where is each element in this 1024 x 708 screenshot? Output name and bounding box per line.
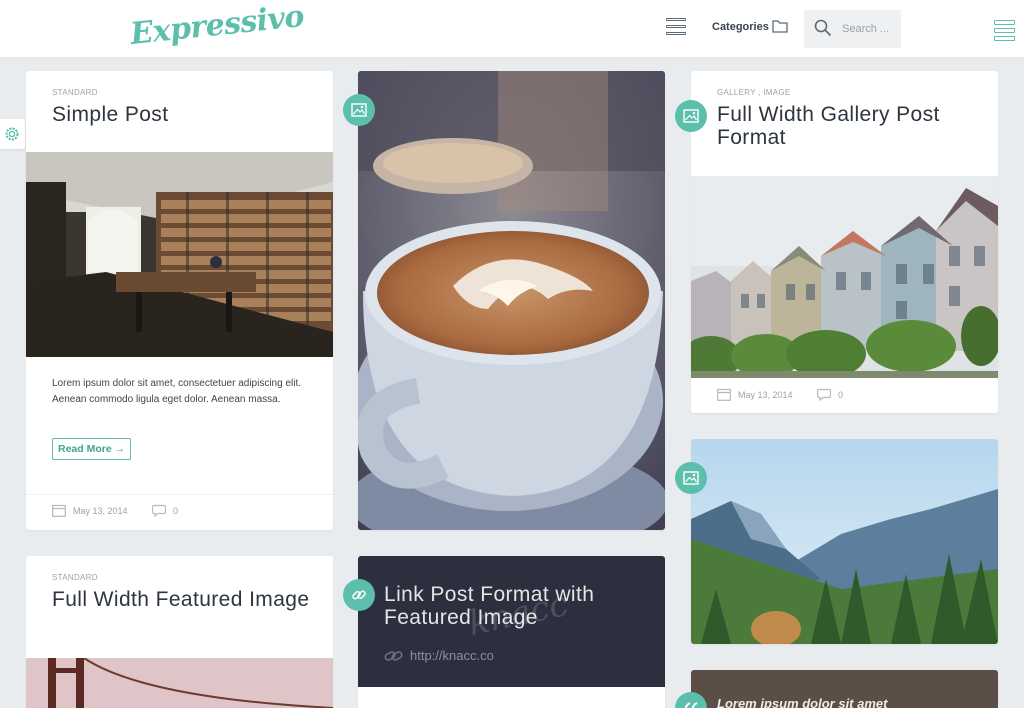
read-more-button[interactable]: Read More → (52, 438, 132, 460)
sidebar-toggle-icon[interactable] (994, 20, 1015, 42)
post-title[interactable]: Full Width Featured Image (52, 588, 312, 611)
image-icon (683, 471, 699, 485)
link-url[interactable]: http://knacc.co (384, 648, 494, 663)
post-category[interactable]: GALLERY , IMAGE (717, 88, 791, 97)
post-date-text[interactable]: May 13, 2014 (73, 506, 128, 516)
post-card-featured: STANDARD Full Width Featured Image (26, 556, 333, 708)
bridge-photo[interactable] (26, 658, 333, 708)
post-date-text[interactable]: May 13, 2014 (738, 390, 793, 400)
site-logo[interactable]: Expressivo (129, 0, 306, 52)
comment-icon (817, 388, 831, 401)
post-title[interactable]: Simple Post (52, 103, 168, 126)
quote-text: Lorem ipsum dolor sit amet (717, 696, 888, 708)
post-card-simple: STANDARD Simple Post Lorem ipsum dolor s… (26, 71, 333, 530)
post-category[interactable]: STANDARD (52, 88, 98, 97)
site-header: Expressivo Categories Search ... (0, 0, 1024, 58)
post-card-mountains[interactable] (691, 439, 998, 644)
gallery-format-badge (675, 100, 707, 132)
link-post-title[interactable]: Link Post Format with Featured Image (384, 583, 654, 629)
comment-icon (152, 504, 166, 517)
post-comments[interactable]: 0 (152, 504, 178, 517)
calendar-icon (52, 504, 66, 517)
link-format-badge (343, 579, 375, 611)
post-card-gallery: GALLERY , IMAGE Full Width Gallery Post … (691, 71, 998, 413)
quote-icon (684, 702, 698, 708)
library-photo[interactable] (26, 152, 333, 357)
gear-icon (5, 127, 19, 141)
link-url-text[interactable]: http://knacc.co (410, 648, 494, 663)
card-divider (26, 494, 333, 495)
link-card-footer (358, 687, 665, 708)
post-card-link[interactable]: knacc Link Post Format with Featured Ima… (358, 556, 665, 708)
houses-photo[interactable] (691, 176, 998, 378)
post-comments[interactable]: 0 (817, 388, 843, 401)
image-icon (683, 109, 699, 123)
post-date: May 13, 2014 (52, 504, 128, 517)
post-title[interactable]: Full Width Gallery Post Format (717, 103, 987, 149)
chain-icon (384, 650, 403, 661)
post-date: May 13, 2014 (717, 388, 793, 401)
folder-icon[interactable] (772, 19, 788, 33)
comment-count: 0 (838, 389, 844, 400)
image-format-badge (343, 94, 375, 126)
image-format-badge (675, 462, 707, 494)
menu-icon[interactable] (666, 18, 686, 38)
comment-count: 0 (173, 505, 179, 516)
calendar-icon (717, 388, 731, 401)
search-box[interactable]: Search ... (804, 10, 901, 48)
search-input[interactable]: Search ... (842, 23, 889, 35)
settings-tab[interactable] (0, 119, 25, 149)
post-card-quote[interactable]: Lorem ipsum dolor sit amet (691, 670, 998, 708)
search-icon (814, 19, 832, 37)
mountains-photo[interactable] (691, 439, 998, 644)
post-excerpt: Lorem ipsum dolor sit amet, consectetuer… (52, 378, 302, 405)
post-card-image[interactable] (358, 71, 665, 530)
coffee-photo[interactable] (358, 71, 665, 530)
post-category[interactable]: STANDARD (52, 573, 98, 582)
link-icon (352, 590, 366, 600)
image-icon (351, 103, 367, 117)
categories-link[interactable]: Categories (712, 21, 769, 33)
